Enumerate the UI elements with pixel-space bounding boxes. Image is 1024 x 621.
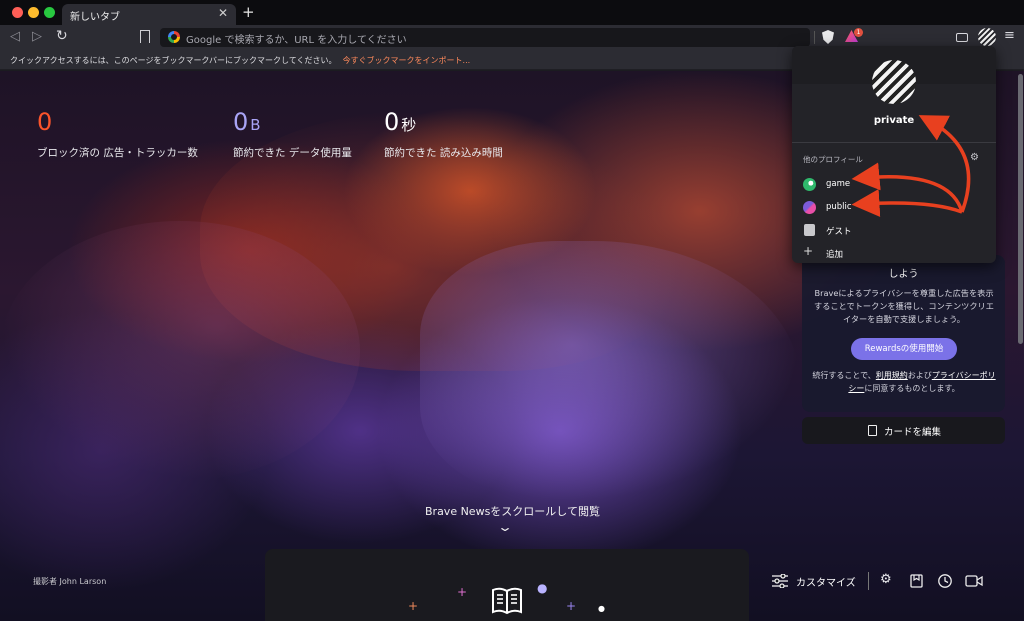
current-profile-name: private <box>873 115 915 126</box>
menu-icon[interactable]: ≡ <box>1004 28 1015 43</box>
public-profile-icon <box>803 201 816 214</box>
terms-of-service-link[interactable]: 利用規約 <box>876 371 908 380</box>
profile-item-label: ゲスト <box>826 227 852 237</box>
back-icon[interactable]: ◁ <box>10 29 20 44</box>
manage-profiles-gear-icon[interactable]: ⚙ <box>970 152 979 163</box>
profile-item-guest[interactable]: ゲスト <box>792 220 996 240</box>
sparkle-icon: + <box>457 585 468 599</box>
address-bar[interactable]: Google で検索するか、URL を入力してください <box>160 28 810 47</box>
history-icon[interactable] <box>937 573 953 589</box>
profile-item-public[interactable]: public <box>792 197 996 217</box>
rewards-card-title: しよう <box>888 269 919 280</box>
guest-icon <box>804 224 815 236</box>
profile-item-label: 追加 <box>826 250 844 260</box>
stat-value: 0 <box>233 108 249 136</box>
profile-item-label: game <box>826 179 851 189</box>
import-bookmarks-link[interactable]: 今すぐブックマークをインポート... <box>343 56 471 65</box>
photo-credit: 撮影者 John Larson <box>33 577 107 586</box>
popup-divider <box>792 142 996 143</box>
video-call-icon[interactable] <box>965 575 983 587</box>
rewards-card-description: Braveによるプライバシーを尊重した広告を表示することでトークンを獲得し、コン… <box>814 288 994 324</box>
page-scrollbar[interactable] <box>1018 74 1023 344</box>
brave-shields-icon[interactable] <box>822 30 834 44</box>
profile-menu-popup: private 他のプロフィール ⚙ game public ゲスト + 追加 <box>792 46 996 263</box>
current-profile-avatar <box>872 60 916 104</box>
profile-item-add[interactable]: + 追加 <box>792 243 996 263</box>
close-window-button[interactable] <box>12 7 23 18</box>
stat-value: 0 <box>384 108 400 136</box>
address-placeholder: Google で検索するか、URL を入力してください <box>186 35 407 46</box>
tab-close-icon[interactable]: ✕ <box>218 6 228 20</box>
bookmarks-bar-message: クイックアクセスするには、このページをブックマークバーにブックマークしてください… <box>10 56 471 65</box>
edit-cards-label: カードを編集 <box>884 427 942 438</box>
google-icon <box>168 31 180 43</box>
tab-title: 新しいタブ <box>70 12 120 23</box>
rewards-notification-badge: 1 <box>854 28 863 37</box>
stat-bandwidth-saved: 0B 節約できた データ使用量 <box>233 108 352 159</box>
minimize-window-button[interactable] <box>28 7 39 18</box>
wallet-icon[interactable] <box>956 33 968 42</box>
bookmarks-icon[interactable] <box>910 574 923 588</box>
cards-icon <box>868 425 877 436</box>
stat-label: ブロック済の 広告・トラッカー数 <box>37 147 198 159</box>
bottom-toolbar-divider <box>868 572 869 590</box>
brave-news-card[interactable]: + + ● + ● <box>265 549 749 621</box>
rewards-terms: 続行することで、利用規約およびプライバシーポリシーに同意するものとします。 <box>812 371 996 393</box>
profile-item-game[interactable]: game <box>792 174 996 194</box>
stat-label: 節約できた データ使用量 <box>233 147 352 159</box>
stat-value: 0 <box>37 108 53 136</box>
tab-new-tab[interactable]: 新しいタブ ✕ <box>62 4 236 25</box>
game-profile-icon <box>803 178 816 191</box>
settings-gear-icon[interactable]: ⚙ <box>880 572 892 587</box>
customize-sliders-icon[interactable] <box>772 574 788 588</box>
stat-label: 節約できた 読み込み時間 <box>384 147 503 159</box>
sparkle-icon: + <box>408 599 419 613</box>
bookmark-page-icon[interactable] <box>140 30 150 43</box>
background-canyon-highlight <box>420 241 800 501</box>
edit-cards-button[interactable]: カードを編集 <box>802 417 1005 444</box>
background-canyon-highlight <box>0 221 360 481</box>
stat-time-saved: 0秒 節約できた 読み込み時間 <box>384 108 503 159</box>
reload-icon[interactable]: ↻ <box>56 28 68 44</box>
new-tab-button[interactable]: + <box>242 3 255 21</box>
brave-news-hint[interactable]: Brave Newsをスクロールして閲覧 <box>425 503 600 519</box>
title-bar: 新しいタブ ✕ + <box>0 0 1024 25</box>
other-profiles-heading: 他のプロフィール <box>803 155 863 164</box>
add-icon: + <box>803 244 814 258</box>
toolbar-divider <box>814 31 815 44</box>
customize-button-label[interactable]: カスタマイズ <box>796 574 856 589</box>
chevron-down-icon[interactable]: ⌄ <box>497 520 513 534</box>
stat-ads-blocked: 0 ブロック済の 広告・トラッカー数 <box>37 108 198 160</box>
sparkle-icon: ● <box>598 604 605 613</box>
sparkle-icon: ● <box>537 581 548 595</box>
forward-icon[interactable]: ▷ <box>32 29 42 44</box>
sparkle-icon: + <box>566 599 577 613</box>
start-rewards-button[interactable]: Rewardsの使用開始 <box>851 338 957 360</box>
rewards-card: しよう Braveによるプライバシーを尊重した広告を表示することでトークンを獲得… <box>802 255 1005 412</box>
zoom-window-button[interactable] <box>44 7 55 18</box>
profile-item-label: public <box>826 202 852 212</box>
profile-avatar-button[interactable] <box>978 28 996 46</box>
open-book-icon <box>492 587 522 615</box>
